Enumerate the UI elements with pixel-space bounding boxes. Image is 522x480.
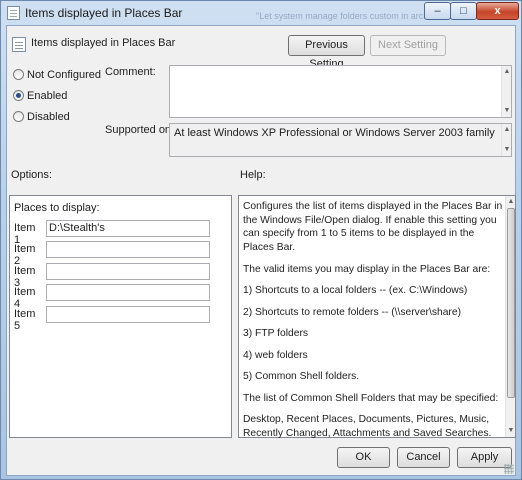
item-1-input[interactable]: D:\Stealth's bbox=[46, 220, 210, 237]
help-paragraph: 2) Shortcuts to remote folders -- (\\ser… bbox=[243, 306, 462, 318]
cancel-button[interactable]: Cancel bbox=[397, 447, 450, 468]
radio-circle[interactable] bbox=[13, 111, 24, 122]
item-label: Item 4 bbox=[14, 286, 36, 310]
background-window-text: "Let system manage folders custom in arc… bbox=[256, 11, 443, 21]
setting-title: Items displayed in Places Bar bbox=[31, 37, 176, 49]
item-2-input[interactable] bbox=[46, 241, 210, 258]
options-label: Options: bbox=[11, 169, 52, 181]
help-panel: Configures the list of items displayed i… bbox=[238, 195, 516, 439]
item-3-input[interactable] bbox=[46, 263, 210, 280]
dialog-client-area: Items displayed in Places Bar Previous S… bbox=[6, 25, 516, 476]
scroll-up-icon[interactable]: ▲ bbox=[507, 197, 515, 207]
help-scroll-thumb[interactable] bbox=[507, 208, 515, 398]
minimize-button[interactable]: – bbox=[424, 2, 451, 20]
item-label: Item 2 bbox=[14, 243, 36, 267]
scroll-down-icon[interactable]: ▼ bbox=[503, 106, 511, 116]
help-label: Help: bbox=[240, 169, 266, 181]
comment-field[interactable]: ▲ ▼ bbox=[169, 65, 512, 118]
next-setting-button[interactable]: Next Setting bbox=[370, 35, 446, 56]
help-scrollbar[interactable]: ▲ ▼ bbox=[505, 196, 515, 437]
help-paragraph: The valid items you may display in the P… bbox=[243, 263, 491, 275]
scroll-down-icon[interactable]: ▼ bbox=[507, 426, 515, 436]
help-paragraph: 3) FTP folders bbox=[243, 328, 309, 340]
comment-scrollbar[interactable]: ▲ ▼ bbox=[501, 66, 511, 117]
ok-button[interactable]: OK bbox=[337, 447, 390, 468]
supported-on-label: Supported on: bbox=[105, 124, 175, 136]
resize-grip-icon[interactable] bbox=[504, 464, 514, 474]
help-paragraph: The list of Common Shell Folders that ma… bbox=[243, 392, 499, 404]
item-5-input[interactable] bbox=[46, 306, 210, 323]
supported-on-value: At least Windows XP Professional or Wind… bbox=[174, 127, 495, 139]
close-button[interactable]: x bbox=[476, 2, 519, 20]
help-paragraph: Configures the list of items displayed i… bbox=[243, 201, 503, 254]
help-paragraph: 1) Shortcuts to a local folders -- (ex. … bbox=[243, 285, 468, 297]
policy-document-icon bbox=[7, 6, 20, 20]
help-paragraph: 4) web folders bbox=[243, 349, 308, 361]
previous-setting-button[interactable]: Previous Setting bbox=[288, 35, 365, 70]
radio-label: Enabled bbox=[27, 90, 68, 102]
supported-on-scrollbar[interactable]: ▲ ▼ bbox=[501, 124, 511, 156]
help-paragraph: Desktop, Recent Places, Documents, Pictu… bbox=[243, 414, 492, 439]
help-text: Configures the list of items displayed i… bbox=[243, 200, 506, 448]
title-bar[interactable]: Items displayed in Places Bar "Let syste… bbox=[1, 1, 521, 25]
places-to-display-label: Places to display: bbox=[14, 202, 100, 214]
scroll-up-icon[interactable]: ▲ bbox=[503, 125, 511, 135]
item-label: Item 5 bbox=[14, 308, 36, 332]
radio-circle-checked[interactable] bbox=[13, 90, 24, 101]
options-panel: Places to display: Item 1 D:\Stealth's I… bbox=[9, 195, 232, 438]
scroll-up-icon[interactable]: ▲ bbox=[503, 67, 511, 77]
maximize-button[interactable]: □ bbox=[450, 2, 477, 20]
supported-on-field: At least Windows XP Professional or Wind… bbox=[169, 123, 512, 157]
item-4-input[interactable] bbox=[46, 284, 210, 301]
radio-label: Not Configured bbox=[27, 69, 101, 81]
radio-circle[interactable] bbox=[13, 69, 24, 80]
policy-document-icon bbox=[12, 37, 26, 52]
radio-label: Disabled bbox=[27, 111, 70, 123]
comment-label: Comment: bbox=[105, 66, 156, 78]
window-title: Items displayed in Places Bar bbox=[25, 6, 183, 20]
help-paragraph: 5) Common Shell folders. bbox=[243, 371, 360, 383]
policy-dialog-window: Items displayed in Places Bar "Let syste… bbox=[0, 0, 522, 480]
scroll-down-icon[interactable]: ▼ bbox=[503, 145, 511, 155]
